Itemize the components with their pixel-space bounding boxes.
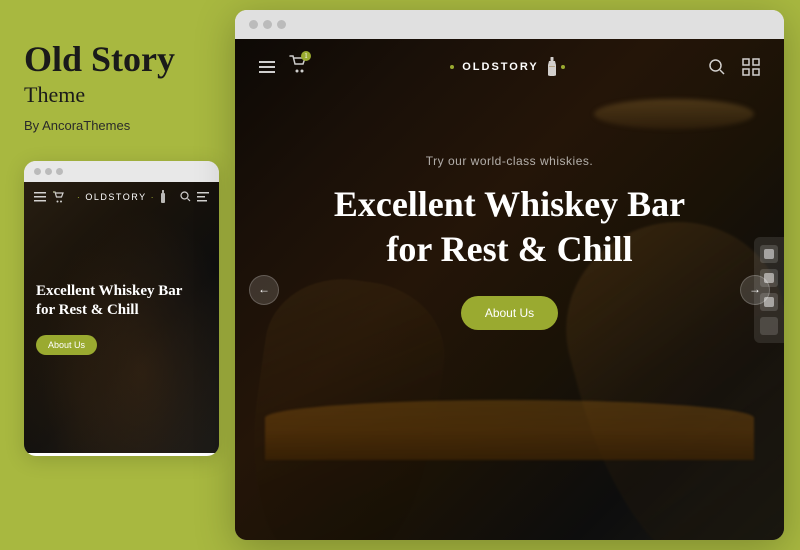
slider-prev-button[interactable]: ← [249, 275, 279, 305]
mobile-cart-icon[interactable] [52, 191, 64, 203]
grid-icon[interactable] [742, 58, 760, 76]
mobile-navbar: · OLDSTORY · [24, 182, 219, 212]
side-dot-4[interactable] [760, 317, 778, 335]
dot-yellow-large [263, 20, 272, 29]
left-panel: Old Story Theme By AncoraThemes [0, 0, 235, 550]
logo-dot-right [561, 65, 565, 69]
desktop-logo: OLDSTORY [450, 57, 565, 77]
hamburger-line-2 [259, 66, 275, 68]
desktop-hero-section: Try our world-class whiskies. Excellent … [235, 94, 784, 370]
side-dot-inner-1 [764, 249, 774, 259]
logo-text: OLDSTORY [462, 61, 539, 73]
mobile-menu-icon[interactable] [197, 191, 209, 203]
theme-author: By AncoraThemes [24, 118, 211, 133]
theme-subtitle: Theme [24, 82, 211, 108]
desktop-cta-button[interactable]: About Us [461, 296, 558, 330]
hamburger-icon[interactable] [259, 61, 275, 73]
mobile-hamburger-icon[interactable] [34, 191, 46, 203]
mobile-hero-section: Excellent Whiskey Bar for Rest & Chill A… [24, 212, 219, 367]
dot-green-large [277, 20, 286, 29]
theme-title: Old Story [24, 40, 211, 80]
side-dot-1[interactable] [760, 245, 778, 263]
desktop-content-area: 1 OLDSTORY [235, 39, 784, 540]
hamburger-line-1 [259, 61, 275, 63]
cart-icon-container[interactable]: 1 [289, 55, 307, 78]
side-dots-panel [754, 237, 784, 343]
mobile-content-area: · OLDSTORY · [24, 182, 219, 453]
mobile-cta-button[interactable]: About Us [36, 335, 97, 355]
cart-badge: 1 [301, 51, 311, 61]
desktop-nav-right [708, 58, 760, 76]
side-dot-3[interactable] [760, 293, 778, 311]
desktop-hero-title: Excellent Whiskey Bar for Rest & Chill [275, 182, 744, 272]
mobile-browser-bar [24, 161, 219, 182]
hero-title-line1: Excellent Whiskey Bar [334, 184, 685, 224]
mobile-hero-title: Excellent Whiskey Bar for Rest & Chill [36, 282, 207, 321]
logo-dot-left [450, 65, 454, 69]
hero-title-line2: for Rest & Chill [386, 229, 632, 269]
side-dot-inner-3 [764, 297, 774, 307]
mobile-nav-right-icons [179, 191, 209, 203]
desktop-hero-subtitle: Try our world-class whiskies. [275, 154, 744, 168]
dot-red [34, 168, 41, 175]
dot-yellow [45, 168, 52, 175]
bottle-icon [547, 57, 557, 77]
desktop-preview: 1 OLDSTORY [235, 10, 784, 540]
mobile-nav-left-icons [34, 191, 64, 203]
hamburger-line-3 [259, 71, 275, 73]
dot-red-large [249, 20, 258, 29]
liquid-surface [265, 400, 754, 460]
side-dot-2[interactable] [760, 269, 778, 287]
side-dot-inner-2 [764, 273, 774, 283]
mobile-search-icon[interactable] [179, 191, 191, 203]
mobile-preview: · OLDSTORY · [24, 161, 219, 456]
desktop-navbar: 1 OLDSTORY [235, 39, 784, 94]
search-icon[interactable] [708, 58, 726, 76]
mobile-logo: · OLDSTORY · [77, 190, 166, 204]
dot-green [56, 168, 63, 175]
desktop-browser-bar [235, 10, 784, 39]
desktop-nav-left: 1 [259, 55, 307, 78]
